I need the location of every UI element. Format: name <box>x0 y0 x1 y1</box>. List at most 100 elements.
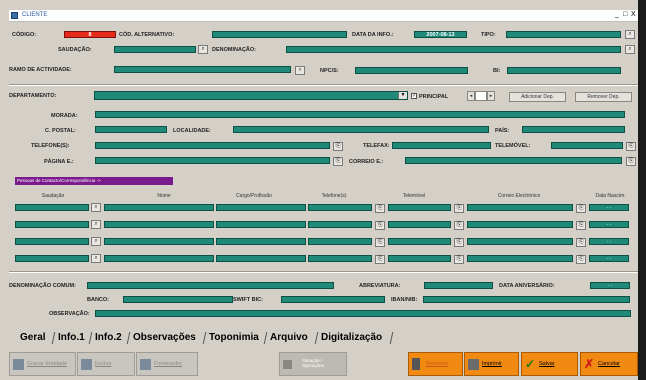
contact-saudacao[interactable] <box>15 255 89 262</box>
correio-mail-icon[interactable]: ⎘ <box>626 157 636 166</box>
contact-correio-icon[interactable]: ⎘ <box>576 204 586 213</box>
contact-telefone[interactable] <box>308 204 372 211</box>
contact-nascimento[interactable]: - - <box>589 204 629 211</box>
contact-nome[interactable] <box>104 204 214 211</box>
contact-correio[interactable] <box>467 238 573 245</box>
contact-cargo[interactable] <box>216 221 306 228</box>
dep-index-box[interactable] <box>475 91 487 101</box>
contact-saudacao-search-icon[interactable]: ⌕ <box>91 203 101 212</box>
contact-saudacao[interactable] <box>15 238 89 245</box>
tab-digitalizacao[interactable]: Digitalização <box>321 331 382 344</box>
telemovel-field[interactable] <box>551 142 623 149</box>
scrollbar[interactable] <box>638 0 646 380</box>
contact-telefone[interactable] <box>308 255 372 262</box>
telefax-field[interactable] <box>392 142 491 149</box>
minimize-button[interactable]: _ <box>615 11 619 18</box>
contact-nascimento[interactable]: - - <box>589 221 629 228</box>
npc-field[interactable] <box>355 67 468 74</box>
contact-telefone-icon[interactable]: ⎘ <box>375 255 385 264</box>
den-comum-field[interactable] <box>87 282 334 289</box>
contact-telefone[interactable] <box>308 221 372 228</box>
contact-cargo[interactable] <box>216 255 306 262</box>
principal-checkbox[interactable]: ✓ <box>411 93 417 99</box>
contact-telemovel-icon[interactable]: ⎘ <box>454 255 464 264</box>
abreviatura-field[interactable] <box>424 282 493 289</box>
remover-button[interactable]: Remover <box>408 352 463 376</box>
contact-cargo[interactable] <box>216 204 306 211</box>
morada-field[interactable] <box>95 111 625 118</box>
cancelar-button[interactable]: ✗ Cancelar <box>580 352 638 376</box>
contact-telemovel[interactable] <box>388 204 451 211</box>
contact-saudacao[interactable] <box>15 221 89 228</box>
tab-info2[interactable]: Info.2 <box>95 331 122 344</box>
tab-arquivo[interactable]: Arquivo <box>270 331 308 344</box>
observacao-field[interactable] <box>95 310 631 317</box>
maximize-button[interactable]: □ <box>623 11 627 18</box>
cod-alt-field[interactable] <box>212 31 347 38</box>
denominacao-field[interactable] <box>286 46 621 53</box>
contact-saudacao-search-icon[interactable]: ⌕ <box>91 220 101 229</box>
telefones-edit-icon[interactable]: ⎘ <box>333 142 343 151</box>
contact-saudacao[interactable] <box>15 204 89 211</box>
salvar-button[interactable]: ✓ Salvar <box>521 352 578 376</box>
contact-telemovel[interactable] <box>388 221 451 228</box>
denominacao-search-icon[interactable]: ⌕ <box>625 45 635 54</box>
contact-telemovel-icon[interactable]: ⎘ <box>454 221 464 230</box>
dep-prev-button[interactable]: ◂ <box>467 91 475 101</box>
contact-telefone-icon[interactable]: ⎘ <box>375 221 385 230</box>
contact-telefone[interactable] <box>308 238 372 245</box>
telefones-field[interactable] <box>95 142 330 149</box>
contact-correio-icon[interactable]: ⎘ <box>576 238 586 247</box>
contact-nome[interactable] <box>104 238 214 245</box>
bi-field[interactable] <box>507 67 621 74</box>
saudacao-search-icon[interactable]: ⌕ <box>198 45 208 54</box>
contact-nome[interactable] <box>104 221 214 228</box>
situacao-button[interactable]: Situação / Operações <box>279 352 347 376</box>
pagina-link-icon[interactable]: ⎘ <box>333 157 343 166</box>
pais-field[interactable] <box>522 126 625 133</box>
contact-telemovel-icon[interactable]: ⎘ <box>454 204 464 213</box>
contact-nome[interactable] <box>104 255 214 262</box>
contact-correio[interactable] <box>467 255 573 262</box>
pagina-field[interactable] <box>95 157 330 164</box>
contact-telemovel-icon[interactable]: ⎘ <box>454 238 464 247</box>
tab-info1[interactable]: Info.1 <box>58 331 85 344</box>
contact-nascimento[interactable]: - - <box>589 238 629 245</box>
ramo-search-icon[interactable]: ⌕ <box>295 66 305 75</box>
gravar-entidade-button[interactable]: Gravar Entidade <box>9 352 76 376</box>
contact-telefone-icon[interactable]: ⎘ <box>375 204 385 213</box>
correio-field[interactable] <box>405 157 622 164</box>
data-info-field[interactable]: 2007-08-13 <box>414 31 467 38</box>
add-dep-button[interactable]: Adicionar Dep. <box>509 92 566 102</box>
iban-field[interactable] <box>423 296 630 303</box>
contact-saudacao-search-icon[interactable]: ⌕ <box>91 254 101 263</box>
tipo-search-icon[interactable]: ⌕ <box>625 30 635 39</box>
remove-dep-button[interactable]: Remover Dep. <box>575 92 632 102</box>
saudacao-field[interactable] <box>114 46 196 53</box>
contact-telemovel[interactable] <box>388 255 451 262</box>
banco-field[interactable] <box>123 296 233 303</box>
excluir-button[interactable]: Excluir <box>77 352 135 376</box>
departamento-select[interactable]: ▼ <box>94 91 408 100</box>
contact-correio[interactable] <box>467 204 573 211</box>
contact-cargo[interactable] <box>216 238 306 245</box>
telemovel-edit-icon[interactable]: ⎘ <box>626 142 636 151</box>
imprimir-button[interactable]: Imprimir <box>464 352 519 376</box>
contact-telefone-icon[interactable]: ⎘ <box>375 238 385 247</box>
contact-correio-icon[interactable]: ⎘ <box>576 221 586 230</box>
dep-next-button[interactable]: ▸ <box>487 91 495 101</box>
codigo-field[interactable]: 8 <box>64 31 116 38</box>
cpostal-field[interactable] <box>95 126 167 133</box>
tab-toponimia[interactable]: Toponimia <box>209 331 259 344</box>
contact-correio-icon[interactable]: ⎘ <box>576 255 586 264</box>
tab-observacoes[interactable]: Observações <box>133 331 196 344</box>
localidade-field[interactable] <box>233 126 489 133</box>
contact-nascimento[interactable]: - - <box>589 255 629 262</box>
swift-field[interactable] <box>281 296 385 303</box>
data-aniv-field[interactable]: - - <box>590 282 630 289</box>
contact-correio[interactable] <box>467 221 573 228</box>
tipo-field[interactable] <box>506 31 621 38</box>
contact-telemovel[interactable] <box>388 238 451 245</box>
tab-geral[interactable]: Geral <box>20 331 46 344</box>
ramo-field[interactable] <box>114 66 291 73</box>
